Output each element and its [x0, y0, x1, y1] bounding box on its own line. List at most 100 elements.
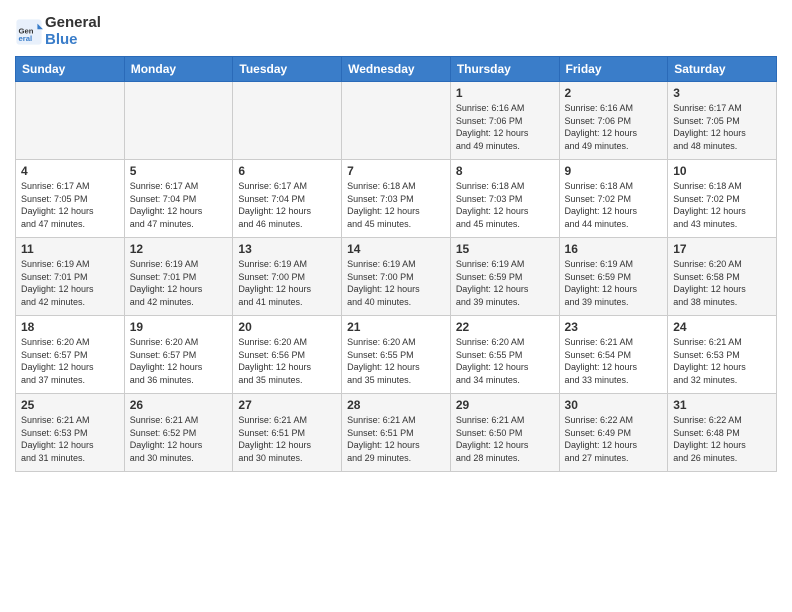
week-row: 11 Sunrise: 6:19 AM Sunset: 7:01 PM Dayli…	[16, 238, 777, 316]
calendar-cell: 5Sunrise: 6:17 AM Sunset: 7:04 PM Daylig…	[124, 160, 233, 238]
day-info: Sunrise: 6:20 AM Sunset: 6:55 PM Dayligh…	[347, 336, 445, 386]
day-info: Sunrise: 6:21 AM Sunset: 6:50 PM Dayligh…	[456, 414, 554, 464]
calendar-cell: 1 Sunrise: 6:16 AM Sunset: 7:06 PM Daylig…	[450, 82, 559, 160]
week-row: 18 Sunrise: 6:20 AM Sunset: 6:57 PM Dayli…	[16, 316, 777, 394]
day-info: Sunrise: 6:21 AM Sunset: 6:51 PM Dayligh…	[238, 414, 336, 464]
day-number: 13	[238, 242, 336, 256]
day-number: 11	[21, 242, 119, 256]
calendar-cell: 23 Sunrise: 6:21 AM Sunset: 6:54 PM Dayli…	[559, 316, 668, 394]
day-info: Sunrise: 6:19 AM Sunset: 7:01 PM Dayligh…	[21, 258, 119, 308]
logo: Gen eral General Blue	[15, 15, 101, 48]
logo-text: General Blue	[45, 15, 101, 48]
day-number: 24	[673, 320, 771, 334]
day-number: 15	[456, 242, 554, 256]
calendar-cell: 28 Sunrise: 6:21 AM Sunset: 6:51 PM Dayli…	[342, 394, 451, 472]
day-number: 21	[347, 320, 445, 334]
calendar-cell: 4Sunrise: 6:17 AM Sunset: 7:05 PM Daylig…	[16, 160, 125, 238]
calendar-cell: 15Sunrise: 6:19 AM Sunset: 6:59 PM Dayli…	[450, 238, 559, 316]
day-info: Sunrise: 6:18 AM Sunset: 7:02 PM Dayligh…	[673, 180, 771, 230]
week-row: 4Sunrise: 6:17 AM Sunset: 7:05 PM Daylig…	[16, 160, 777, 238]
day-info: Sunrise: 6:21 AM Sunset: 6:51 PM Dayligh…	[347, 414, 445, 464]
day-number: 28	[347, 398, 445, 412]
day-number: 23	[565, 320, 663, 334]
calendar-cell: 16 Sunrise: 6:19 AM Sunset: 6:59 PM Dayli…	[559, 238, 668, 316]
day-info: Sunrise: 6:20 AM Sunset: 6:58 PM Dayligh…	[673, 258, 771, 308]
day-info: Sunrise: 6:17 AM Sunset: 7:05 PM Dayligh…	[21, 180, 119, 230]
day-number: 30	[565, 398, 663, 412]
calendar-cell: 12 Sunrise: 6:19 AM Sunset: 7:01 PM Dayli…	[124, 238, 233, 316]
weekday-header: Friday	[559, 57, 668, 82]
calendar-cell: 14 Sunrise: 6:19 AM Sunset: 7:00 PM Dayli…	[342, 238, 451, 316]
calendar-cell: 22Sunrise: 6:20 AM Sunset: 6:55 PM Dayli…	[450, 316, 559, 394]
day-info: Sunrise: 6:22 AM Sunset: 6:49 PM Dayligh…	[565, 414, 663, 464]
day-number: 1	[456, 86, 554, 100]
weekday-header: Monday	[124, 57, 233, 82]
day-info: Sunrise: 6:16 AM Sunset: 7:06 PM Dayligh…	[456, 102, 554, 152]
calendar-cell: 11 Sunrise: 6:19 AM Sunset: 7:01 PM Dayli…	[16, 238, 125, 316]
calendar-cell: 29 Sunrise: 6:21 AM Sunset: 6:50 PM Dayli…	[450, 394, 559, 472]
day-number: 6	[238, 164, 336, 178]
day-info: Sunrise: 6:21 AM Sunset: 6:54 PM Dayligh…	[565, 336, 663, 386]
calendar-cell	[342, 82, 451, 160]
day-number: 25	[21, 398, 119, 412]
day-info: Sunrise: 6:20 AM Sunset: 6:55 PM Dayligh…	[456, 336, 554, 386]
day-info: Sunrise: 6:18 AM Sunset: 7:02 PM Dayligh…	[565, 180, 663, 230]
day-number: 12	[130, 242, 228, 256]
day-info: Sunrise: 6:17 AM Sunset: 7:04 PM Dayligh…	[130, 180, 228, 230]
calendar-cell: 9Sunrise: 6:18 AM Sunset: 7:02 PM Daylig…	[559, 160, 668, 238]
day-number: 8	[456, 164, 554, 178]
day-info: Sunrise: 6:19 AM Sunset: 7:00 PM Dayligh…	[347, 258, 445, 308]
day-number: 3	[673, 86, 771, 100]
calendar-cell: 7 Sunrise: 6:18 AM Sunset: 7:03 PM Daylig…	[342, 160, 451, 238]
day-info: Sunrise: 6:19 AM Sunset: 7:00 PM Dayligh…	[238, 258, 336, 308]
week-row: 1 Sunrise: 6:16 AM Sunset: 7:06 PM Daylig…	[16, 82, 777, 160]
header-row: SundayMondayTuesdayWednesdayThursdayFrid…	[16, 57, 777, 82]
day-info: Sunrise: 6:19 AM Sunset: 7:01 PM Dayligh…	[130, 258, 228, 308]
day-number: 29	[456, 398, 554, 412]
weekday-header: Sunday	[16, 57, 125, 82]
calendar-cell: 25Sunrise: 6:21 AM Sunset: 6:53 PM Dayli…	[16, 394, 125, 472]
weekday-header: Thursday	[450, 57, 559, 82]
calendar-cell: 21 Sunrise: 6:20 AM Sunset: 6:55 PM Dayli…	[342, 316, 451, 394]
day-info: Sunrise: 6:21 AM Sunset: 6:52 PM Dayligh…	[130, 414, 228, 464]
calendar-cell: 3 Sunrise: 6:17 AM Sunset: 7:05 PM Daylig…	[668, 82, 777, 160]
day-info: Sunrise: 6:20 AM Sunset: 6:56 PM Dayligh…	[238, 336, 336, 386]
day-info: Sunrise: 6:17 AM Sunset: 7:04 PM Dayligh…	[238, 180, 336, 230]
day-number: 10	[673, 164, 771, 178]
logo-icon: Gen eral	[15, 18, 43, 46]
weekday-header: Wednesday	[342, 57, 451, 82]
week-row: 25Sunrise: 6:21 AM Sunset: 6:53 PM Dayli…	[16, 394, 777, 472]
calendar-cell: 30 Sunrise: 6:22 AM Sunset: 6:49 PM Dayli…	[559, 394, 668, 472]
day-info: Sunrise: 6:19 AM Sunset: 6:59 PM Dayligh…	[565, 258, 663, 308]
weekday-header: Tuesday	[233, 57, 342, 82]
day-info: Sunrise: 6:20 AM Sunset: 6:57 PM Dayligh…	[130, 336, 228, 386]
day-number: 26	[130, 398, 228, 412]
day-number: 14	[347, 242, 445, 256]
svg-text:eral: eral	[19, 34, 33, 43]
calendar-cell: 27 Sunrise: 6:21 AM Sunset: 6:51 PM Dayli…	[233, 394, 342, 472]
day-info: Sunrise: 6:18 AM Sunset: 7:03 PM Dayligh…	[456, 180, 554, 230]
day-number: 7	[347, 164, 445, 178]
day-info: Sunrise: 6:22 AM Sunset: 6:48 PM Dayligh…	[673, 414, 771, 464]
day-info: Sunrise: 6:17 AM Sunset: 7:05 PM Dayligh…	[673, 102, 771, 152]
calendar-cell	[233, 82, 342, 160]
weekday-header: Saturday	[668, 57, 777, 82]
day-info: Sunrise: 6:20 AM Sunset: 6:57 PM Dayligh…	[21, 336, 119, 386]
calendar-table: SundayMondayTuesdayWednesdayThursdayFrid…	[15, 56, 777, 472]
calendar-cell	[16, 82, 125, 160]
day-number: 27	[238, 398, 336, 412]
calendar-cell: 19 Sunrise: 6:20 AM Sunset: 6:57 PM Dayli…	[124, 316, 233, 394]
calendar-cell: 10 Sunrise: 6:18 AM Sunset: 7:02 PM Dayli…	[668, 160, 777, 238]
day-number: 19	[130, 320, 228, 334]
day-number: 16	[565, 242, 663, 256]
day-number: 17	[673, 242, 771, 256]
calendar-cell: 17 Sunrise: 6:20 AM Sunset: 6:58 PM Dayli…	[668, 238, 777, 316]
calendar-cell: 13 Sunrise: 6:19 AM Sunset: 7:00 PM Dayli…	[233, 238, 342, 316]
day-info: Sunrise: 6:18 AM Sunset: 7:03 PM Dayligh…	[347, 180, 445, 230]
calendar-cell: 24Sunrise: 6:21 AM Sunset: 6:53 PM Dayli…	[668, 316, 777, 394]
calendar-cell: 2Sunrise: 6:16 AM Sunset: 7:06 PM Daylig…	[559, 82, 668, 160]
day-number: 18	[21, 320, 119, 334]
calendar-cell: 31Sunrise: 6:22 AM Sunset: 6:48 PM Dayli…	[668, 394, 777, 472]
calendar-cell: 20Sunrise: 6:20 AM Sunset: 6:56 PM Dayli…	[233, 316, 342, 394]
calendar-cell: 18 Sunrise: 6:20 AM Sunset: 6:57 PM Dayli…	[16, 316, 125, 394]
